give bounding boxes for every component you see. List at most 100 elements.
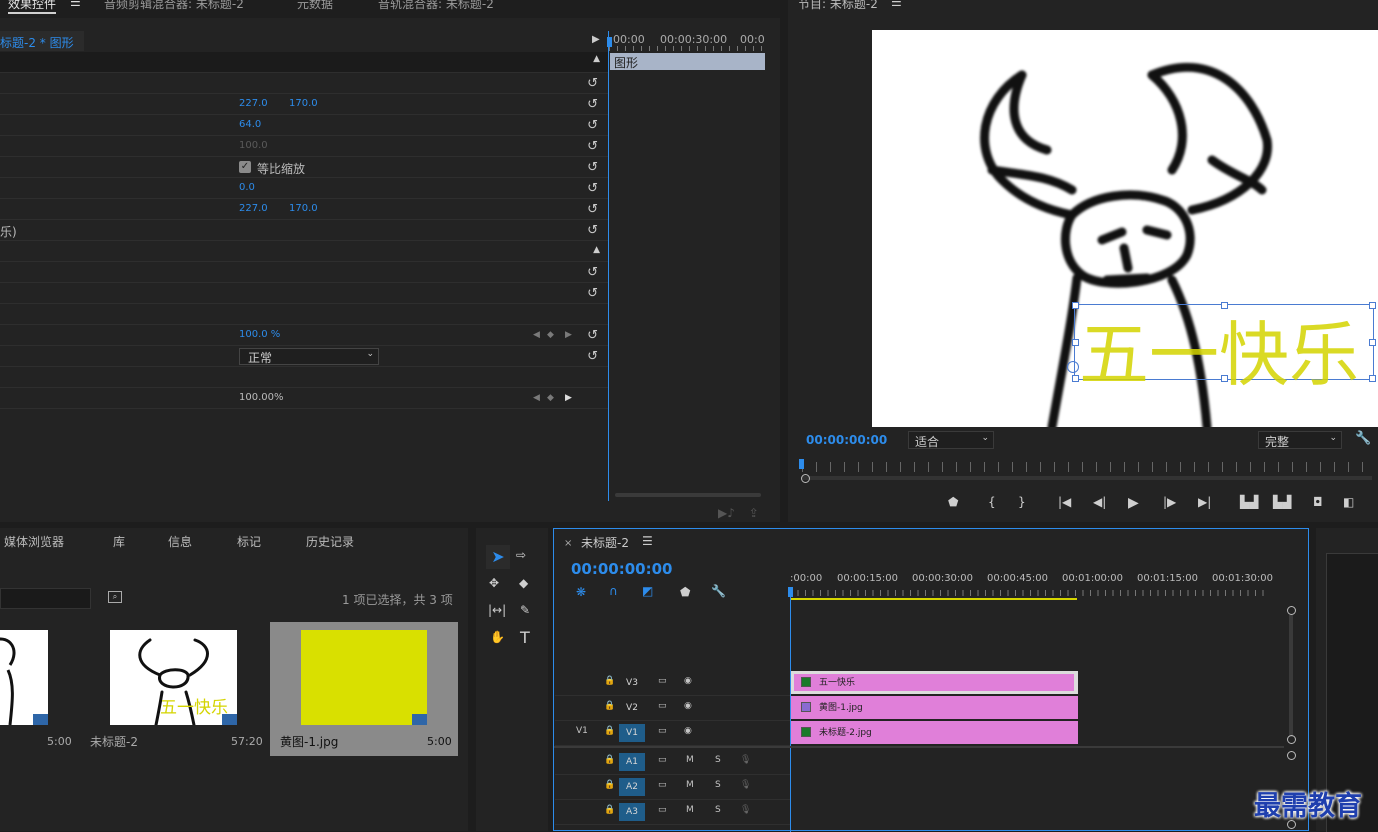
eye-icon[interactable]: ◉: [684, 726, 692, 736]
search-input[interactable]: [0, 588, 91, 609]
next-keyframe-icon[interactable]: ▶: [565, 330, 572, 340]
next-keyframe-icon[interactable]: ▶: [565, 393, 572, 403]
graphic-clip-bar[interactable]: 图形: [610, 53, 765, 70]
tab-audio-track-mixer[interactable]: 音轨混合器: 未标题-2: [378, 0, 494, 12]
reset-icon[interactable]: ↺: [587, 76, 598, 91]
track-select-tool-icon[interactable]: ⇨: [516, 548, 526, 562]
uniform-scale-checkbox[interactable]: ✓: [239, 161, 251, 173]
pen-tool-icon[interactable]: ✎: [520, 603, 530, 617]
zoom-handle[interactable]: [801, 474, 810, 483]
project-item[interactable]: 五一快乐 未标题-2 57:20: [82, 622, 268, 755]
prev-keyframe-icon[interactable]: ◀: [533, 393, 540, 403]
eye-icon[interactable]: ◉: [684, 701, 692, 711]
timeline-playhead-head[interactable]: [788, 587, 793, 597]
lock-icon[interactable]: 🔒: [604, 755, 615, 765]
blend-mode-dropdown[interactable]: 正常 ⌄: [239, 348, 379, 365]
microphone-icon[interactable]: 🎙: [740, 780, 751, 790]
handle[interactable]: [1369, 375, 1376, 382]
mute-button[interactable]: M: [686, 780, 694, 790]
linked-selection-icon[interactable]: ◩: [642, 584, 653, 598]
reset-icon[interactable]: ↺: [587, 118, 598, 133]
extract-icon[interactable]: ▙▟: [1273, 495, 1291, 509]
step-back-icon[interactable]: ◀|: [1093, 495, 1106, 509]
sync-lock-icon[interactable]: ▭: [658, 805, 667, 815]
track-name-a2[interactable]: A2: [619, 778, 645, 796]
scale-value[interactable]: 64.0: [239, 119, 261, 130]
speed-value[interactable]: 100.00%: [239, 392, 284, 403]
tab-info[interactable]: 信息: [168, 533, 192, 550]
program-playhead[interactable]: [799, 459, 804, 469]
reset-icon[interactable]: ↺: [587, 328, 598, 343]
export-icon[interactable]: ⇪: [749, 506, 759, 520]
tab-effect-controls[interactable]: 效果控件: [8, 0, 57, 14]
reset-icon[interactable]: ↺: [587, 265, 598, 280]
handle[interactable]: [1221, 302, 1228, 309]
reset-icon[interactable]: ↺: [587, 223, 598, 238]
play-triangle-icon[interactable]: ▶: [592, 34, 600, 45]
tab-audio-clip-mixer[interactable]: 音频剪辑混合器: 未标题-2: [104, 0, 244, 12]
work-area-bar[interactable]: [790, 598, 1077, 600]
handle[interactable]: [1072, 375, 1079, 382]
program-timecode[interactable]: 00:00:00:00: [806, 433, 887, 447]
track-name-a3[interactable]: A3: [619, 803, 645, 821]
audio-scroll-handle[interactable]: [1287, 751, 1296, 760]
mute-button[interactable]: M: [686, 755, 694, 765]
lock-icon[interactable]: 🔒: [604, 676, 615, 686]
collapse-icon[interactable]: ▲: [593, 54, 600, 64]
project-item-selected[interactable]: 黄图-1.jpg 5:00: [270, 622, 458, 756]
position-x-value[interactable]: 227.0: [239, 98, 268, 109]
sequence-tab[interactable]: 未标题-2: [581, 534, 629, 551]
close-icon[interactable]: ×: [564, 538, 572, 549]
play-icon[interactable]: ▶: [1128, 495, 1139, 511]
ripple-edit-tool-icon[interactable]: ✥: [489, 576, 499, 590]
selection-tool-icon[interactable]: ➤: [486, 545, 510, 569]
track-name-v2[interactable]: V2: [619, 699, 645, 717]
quality-dropdown[interactable]: 完整 ⌄: [1258, 431, 1342, 449]
keyframe-icon[interactable]: ◆: [547, 330, 554, 340]
sync-lock-icon[interactable]: ▭: [658, 780, 667, 790]
position-y-value[interactable]: 170.0: [289, 98, 318, 109]
sync-lock-icon[interactable]: ▭: [658, 676, 667, 686]
clip-label-box[interactable]: 标题-2 * 图形: [0, 31, 84, 51]
text-bounding-box[interactable]: 五一快乐: [1067, 302, 1376, 396]
reset-icon[interactable]: ↺: [587, 139, 598, 154]
zoom-bar[interactable]: [802, 476, 1372, 480]
camera-icon[interactable]: ◘: [1313, 495, 1323, 509]
compare-icon[interactable]: ◧: [1343, 495, 1354, 509]
menu-icon[interactable]: ☰: [891, 0, 902, 9]
timeline-clip-v2[interactable]: 黄图-1.jpg: [791, 696, 1078, 719]
handle[interactable]: [1369, 302, 1376, 309]
reset-icon[interactable]: ↺: [587, 286, 598, 301]
type-tool-icon[interactable]: T: [520, 628, 530, 647]
sync-lock-icon[interactable]: ▭: [658, 726, 667, 736]
collapse-icon[interactable]: ▲: [593, 245, 600, 255]
go-to-in-icon[interactable]: |◀: [1058, 495, 1071, 509]
rotation-value[interactable]: 0.0: [239, 182, 255, 193]
menu-icon[interactable]: ☰: [642, 534, 653, 548]
scroll-bar[interactable]: [615, 493, 761, 497]
lock-icon[interactable]: 🔒: [604, 701, 615, 711]
solo-button[interactable]: S: [715, 755, 721, 765]
mark-out-icon[interactable]: }: [1018, 495, 1026, 509]
timeline-ruler[interactable]: :00:00 00:00:15:00 00:00:30:00 00:00:45:…: [790, 571, 1290, 601]
slip-tool-icon[interactable]: |↔|: [488, 603, 506, 617]
add-marker-icon[interactable]: ⬟: [680, 585, 690, 599]
microphone-icon[interactable]: 🎙: [740, 805, 751, 815]
play-audio-icon[interactable]: ▶♪: [718, 506, 735, 520]
fit-dropdown[interactable]: 适合 ⌄: [908, 431, 994, 449]
handle[interactable]: [1072, 302, 1079, 309]
video-frame[interactable]: 五一快乐: [872, 30, 1378, 427]
tab-metadata[interactable]: 元数据: [297, 0, 333, 12]
marker-icon[interactable]: ⬟: [948, 495, 958, 509]
program-ruler[interactable]: [802, 462, 1372, 472]
timeline-clip-v3[interactable]: 五一快乐: [791, 671, 1078, 694]
mark-in-icon[interactable]: {: [988, 495, 996, 509]
tab-history[interactable]: 历史记录: [306, 533, 354, 550]
vertical-scroll-handle[interactable]: [1287, 606, 1296, 615]
tab-menu-icon[interactable]: ☰: [70, 0, 81, 9]
eye-icon[interactable]: ◉: [684, 676, 692, 686]
solo-button[interactable]: S: [715, 780, 721, 790]
handle[interactable]: [1369, 339, 1376, 346]
wrench-icon[interactable]: 🔧: [711, 584, 726, 598]
lift-icon[interactable]: ▙▟: [1240, 495, 1258, 509]
